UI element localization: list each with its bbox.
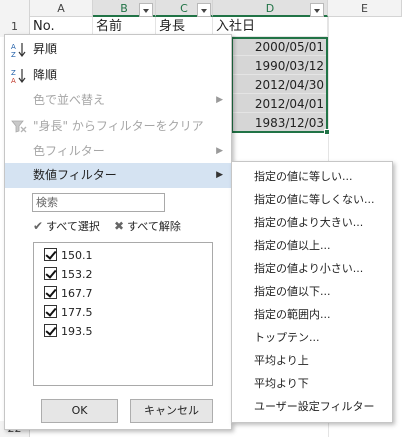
deselect-all-label: すべて解除 [127, 220, 181, 233]
hire-date-filter-dropdown[interactable] [310, 3, 324, 17]
fill-handle[interactable] [324, 129, 330, 135]
cross-icon: ✖ [114, 219, 125, 233]
name-filter-dropdown[interactable] [139, 3, 153, 17]
submenu-item-above-average[interactable]: 平均より上 [232, 349, 392, 372]
svg-text:A: A [11, 43, 16, 51]
submenu-item-custom-filter[interactable]: ユーザー設定フィルター [232, 395, 392, 418]
checkbox-checked[interactable] [44, 267, 57, 280]
ok-button[interactable]: OK [41, 399, 118, 423]
sort-by-color-item[interactable]: 色で並べ替え ▶ [5, 88, 231, 113]
chevron-right-icon: ▶ [216, 95, 223, 105]
number-filter-label: 数値フィルター [33, 168, 117, 182]
sort-ascending-item[interactable]: A Z 昇順 [5, 37, 231, 62]
value-list-item[interactable]: 177.5 [44, 304, 93, 322]
value-list: 150.1 153.2 167.7 177.5 193.5 [33, 242, 213, 386]
select-all-corner[interactable] [0, 0, 30, 17]
sort-descending-icon: Z A [11, 69, 26, 84]
checkbox-checked[interactable] [44, 248, 57, 261]
chevron-right-icon: ▶ [216, 146, 223, 156]
column-header-a[interactable]: A [30, 0, 93, 17]
sort-ascending-icon: A Z [11, 43, 26, 58]
submenu-item-below-average[interactable]: 平均より下 [232, 372, 392, 395]
select-all-button[interactable]: ✔ すべて選択 [33, 218, 100, 235]
deselect-all-button[interactable]: ✖ すべて解除 [114, 218, 181, 235]
checkbox-checked[interactable] [44, 324, 57, 337]
value-list-item[interactable]: 167.7 [44, 285, 93, 303]
sort-descending-label: 降順 [33, 68, 58, 82]
sort-ascending-label: 昇順 [33, 42, 58, 56]
checkbox-checked[interactable] [44, 286, 57, 299]
value-list-item[interactable]: 150.1 [44, 247, 93, 265]
autofilter-panel: A Z 昇順 Z A 降順 色で並べ替え ▶ "身長" からフィルターをクリア … [4, 34, 232, 430]
submenu-item-less-or-equal[interactable]: 指定の値以下... [232, 280, 392, 303]
value-label: 150.1 [61, 249, 93, 262]
header-height-label: 身長 [159, 19, 186, 34]
value-list-item[interactable]: 153.2 [44, 266, 93, 284]
value-label: 153.2 [61, 268, 93, 281]
checkmark-icon: ✔ [33, 219, 44, 233]
search-input[interactable]: 検索 [32, 193, 165, 212]
header-name-label: 名前 [96, 19, 123, 34]
height-filter-dropdown[interactable] [197, 3, 211, 17]
color-filter-item[interactable]: 色フィルター ▶ [5, 139, 231, 164]
header-hire-date-label: 入社日 [216, 19, 256, 34]
select-all-label: すべて選択 [46, 220, 100, 233]
svg-text:Z: Z [11, 69, 16, 77]
submenu-item-between[interactable]: 指定の範囲内... [232, 303, 392, 326]
clear-filter-label: "身長" からフィルターをクリア [33, 119, 204, 133]
submenu-item-equals[interactable]: 指定の値に等しい... [232, 165, 392, 188]
column-header-e[interactable]: E [328, 0, 402, 17]
value-label: 167.7 [61, 287, 93, 300]
submenu-item-greater-or-equal[interactable]: 指定の値以上... [232, 234, 392, 257]
number-filter-item[interactable]: 数値フィルター ▶ [5, 163, 231, 188]
submenu-item-not-equals[interactable]: 指定の値に等しくない... [232, 188, 392, 211]
cancel-button[interactable]: キャンセル [130, 399, 213, 423]
submenu-item-greater-than[interactable]: 指定の値より大きい... [232, 211, 392, 234]
checkbox-checked[interactable] [44, 305, 57, 318]
clear-filter-item[interactable]: "身長" からフィルターをクリア [5, 114, 231, 139]
number-filter-submenu: 指定の値に等しい... 指定の値に等しくない... 指定の値より大きい... 指… [231, 161, 393, 423]
value-label: 177.5 [61, 306, 93, 319]
color-filter-label: 色フィルター [33, 144, 105, 158]
clear-filter-icon [11, 120, 27, 133]
sort-descending-item[interactable]: Z A 降順 [5, 63, 231, 88]
value-list-item[interactable]: 193.5 [44, 323, 93, 341]
submenu-item-less-than[interactable]: 指定の値より小さい... [232, 257, 392, 280]
svg-text:Z: Z [11, 51, 16, 58]
value-label: 193.5 [61, 325, 93, 338]
chevron-right-icon: ▶ [216, 170, 223, 180]
selection-border [231, 37, 328, 133]
sort-by-color-label: 色で並べ替え [33, 93, 106, 107]
submenu-item-top-ten[interactable]: トップテン... [232, 326, 392, 349]
svg-text:A: A [11, 77, 16, 84]
